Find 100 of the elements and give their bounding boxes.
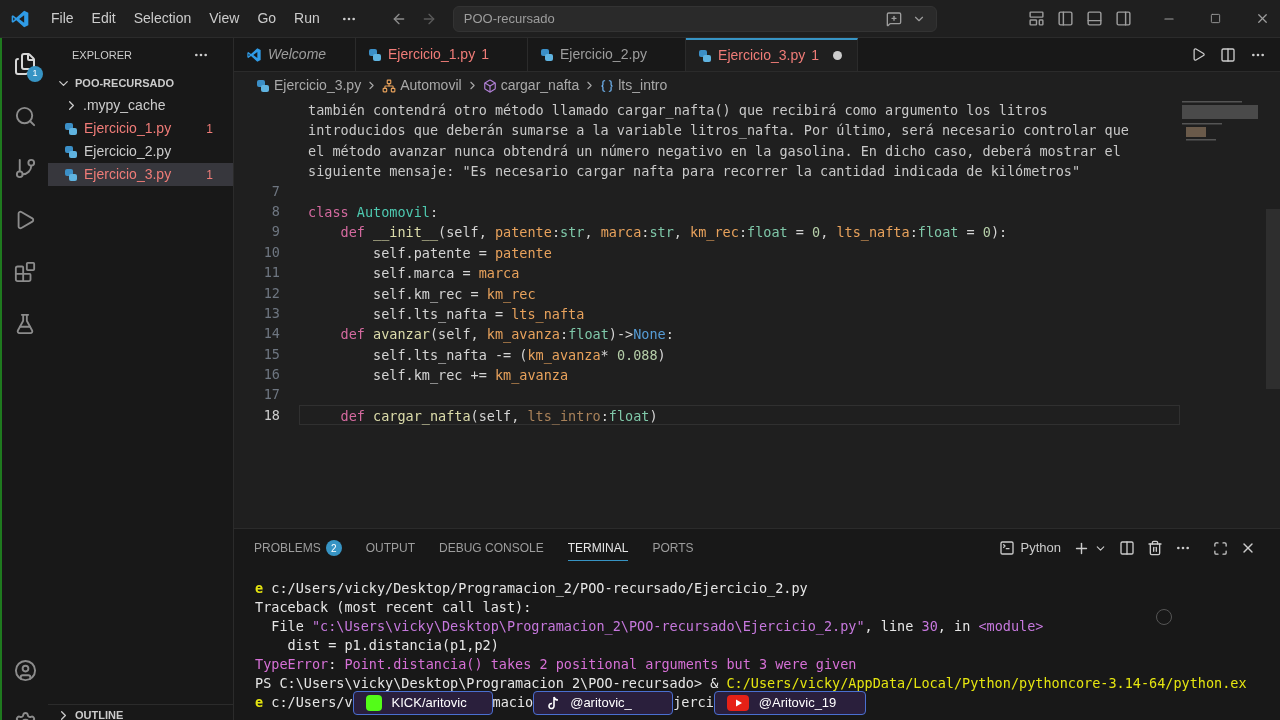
line-number: 10: [263, 242, 280, 262]
code-line: self.km_rec += km_avanza: [372, 367, 569, 384]
python-file-icon: [698, 48, 713, 63]
file-tree-item[interactable]: Ejercicio_2.py: [48, 140, 233, 163]
file-tree-item[interactable]: Ejercicio_1.py 1: [48, 117, 233, 140]
maximize-icon[interactable]: [1210, 13, 1221, 24]
source-control-icon[interactable]: [13, 156, 37, 180]
terminal-line: e c:/Users/vicky/Desktop/Programacion_2/POO-recursado/Ejercicio_2.py: [255, 579, 808, 598]
error-count: 1: [206, 120, 213, 138]
split-terminal-icon[interactable]: [1119, 540, 1135, 556]
chat-icon[interactable]: [885, 10, 902, 27]
terminal-line: PS C:\Users\vicky\Desktop\Programacion_2\POO-recursado> & C:/Users/vicky/AppData/Local/Python/pythoncore-3.14-64/python.ex: [255, 674, 1247, 693]
terminal-line: dist = p1.distancia(p1,p2): [286, 636, 499, 655]
code-line: self.marca = marca: [372, 265, 520, 282]
notification-badge: 1: [27, 66, 43, 82]
panel-tab[interactable]: PROBLEMS 2: [254, 535, 342, 561]
line-number: 14: [263, 324, 280, 344]
terminal-text: e: [255, 693, 265, 712]
app-logo-icon: [10, 8, 30, 29]
panel-tab[interactable]: PORTS: [652, 535, 694, 561]
line-number: 13: [263, 303, 280, 323]
line-number: 8: [271, 201, 280, 221]
note-logo-icon: [546, 695, 561, 710]
sidebar-toggle-icon[interactable]: [1057, 10, 1074, 27]
terminal-line: Traceback (most recent call last):: [255, 598, 532, 617]
menu-item[interactable]: View: [200, 8, 249, 29]
breadcrumb-item[interactable]: Automovil: [400, 75, 462, 96]
outline-section-title[interactable]: OUTLINE: [75, 707, 124, 720]
count-badge: 2: [325, 540, 342, 556]
trash-icon[interactable]: [1147, 540, 1163, 556]
python-file-icon: [256, 78, 270, 93]
terminal-text: c:/Users/v: [271, 693, 353, 712]
variable-icon: [600, 78, 615, 93]
code-line: introducidos que deberán sumarse a la variable litros_nafta. Por último, será necesario controlar que: [308, 122, 1129, 139]
line-number: 15: [263, 344, 280, 364]
k-logo-icon: [365, 694, 382, 711]
panel-tab[interactable]: TERMINAL: [567, 535, 629, 561]
panel-toggle-icon[interactable]: [1086, 10, 1103, 27]
line-number: 12: [263, 283, 280, 303]
code-line: self.km_rec = km_rec: [372, 285, 536, 302]
line-number: 11: [263, 263, 280, 283]
line-number: 9: [271, 222, 280, 242]
error-count: 1: [206, 166, 213, 184]
file-name: Ejercicio_1.py: [84, 119, 173, 138]
folder-header[interactable]: POO-RECURSADO: [48, 72, 233, 94]
panel-tab[interactable]: OUTPUT: [365, 535, 416, 561]
class-icon: [382, 78, 397, 93]
file-tree-item[interactable]: Ejercicio_3.py 1: [48, 163, 233, 186]
code-line: def __init__(self, patente:str, marca:str, km_rec:float = 0, lts_nafta:float = 0):: [339, 224, 1008, 241]
account-icon[interactable]: [13, 658, 37, 682]
split-editor-icon[interactable]: [1220, 46, 1236, 63]
code-line: también contendrá otro método llamado cargar_nafta() que recibirá como argumento los litros: [308, 102, 1048, 118]
layout-icon[interactable]: [1028, 10, 1045, 27]
code-line: self.lts_nafta -= (km_avanza* 0.088): [372, 346, 666, 363]
code-line: el método avanzar nunca obtendrá un número negativo en la gasolina. En dicho caso, deberá mostrar el: [308, 142, 1121, 159]
menu-item[interactable]: Selection: [124, 8, 201, 29]
method-icon: [482, 78, 497, 93]
menu-item[interactable]: Edit: [82, 8, 125, 29]
python-file-icon: [539, 47, 554, 62]
line-number: 7: [271, 181, 280, 201]
app-logo-icon: [246, 46, 262, 63]
terminal-text: jerci: [673, 693, 714, 712]
editor-tab[interactable]: Ejercicio_3.py 1: [686, 38, 859, 71]
sidebar-title: EXPLORER: [72, 47, 132, 63]
breadcrumb-item[interactable]: lts_intro: [618, 75, 668, 96]
extensions-icon[interactable]: [14, 261, 36, 283]
code-line: self.patente = patente: [372, 244, 552, 261]
panel-tab[interactable]: DEBUG CONSOLE: [439, 535, 544, 561]
command-center[interactable]: POO-recursado: [452, 5, 937, 32]
terminal-line: TypeError: Point.distancia() takes 2 positional arguments but 3 were given: [255, 655, 857, 674]
explorer-icon[interactable]: [13, 52, 37, 76]
menu-item[interactable]: File: [42, 8, 83, 29]
python-file-icon: [368, 47, 382, 62]
line-number: 18: [263, 405, 280, 425]
python-file-icon: [64, 121, 78, 136]
terminal-icon: [998, 540, 1015, 556]
python-file-icon: [64, 144, 78, 159]
breadcrumb-item[interactable]: Ejercicio_3.py: [274, 75, 362, 96]
code-line: siguiente mensaje: "Es necesario cargar nafta para recorrer la cantidad indicada de kilómetros": [308, 163, 1081, 180]
terminal-line: File "c:\Users\vicky\Desktop\Programacion_2\POO-recursado\Ejercicio_2.py", line 30, in <module>: [270, 617, 1044, 636]
terminal-profile-button[interactable]: Python: [998, 538, 1061, 558]
flask-icon[interactable]: [14, 313, 36, 335]
line-number: 17: [263, 385, 280, 405]
menu-item[interactable]: Go: [248, 8, 286, 29]
social-handle-badge: KICK/aritovic: [352, 690, 493, 715]
file-name: Ejercicio_2.py: [84, 142, 173, 161]
maximize-panel-icon[interactable]: [1213, 540, 1228, 556]
code-line: self.lts_nafta = lts_nafta: [372, 305, 585, 322]
line-number: 16: [263, 365, 280, 385]
close-icon[interactable]: [1255, 11, 1270, 26]
code-line: def avanzar(self, km_avanza:float)->None:: [339, 326, 674, 343]
file-tree-item[interactable]: .mypy_cache: [48, 94, 233, 117]
code-line: def cargar_nafta(self, lts_intro:float): [339, 407, 658, 424]
menu-item[interactable]: Run: [285, 8, 329, 29]
play-logo-icon: [726, 694, 749, 711]
terminal-text: macio: [492, 693, 534, 712]
search-icon[interactable]: [13, 104, 37, 128]
breadcrumb-item[interactable]: cargar_nafta: [500, 75, 580, 96]
secondary-sidebar-icon[interactable]: [1115, 10, 1132, 27]
run-icon[interactable]: [1191, 47, 1206, 62]
